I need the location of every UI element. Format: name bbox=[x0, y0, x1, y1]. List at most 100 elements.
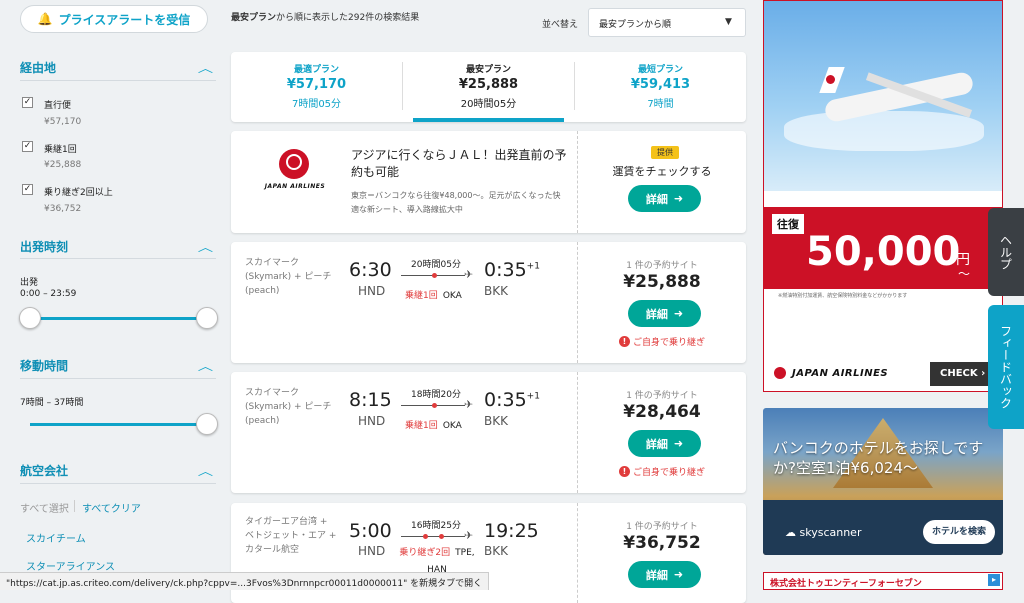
stop-dot bbox=[432, 403, 437, 408]
hotel-headline: バンコクのホテルをお探しですか?空室1泊¥6,024〜 bbox=[773, 439, 984, 477]
duration-slider-handle[interactable] bbox=[196, 413, 218, 435]
duration-slider-track[interactable] bbox=[30, 423, 208, 426]
alliance-link[interactable]: スターアライアンス bbox=[26, 558, 115, 573]
result-card[interactable]: スカイマーク(Skymark) + ピーチ(peach) 8:15 HND 18… bbox=[231, 372, 746, 493]
divider bbox=[74, 500, 75, 512]
stop-info: 乗継1回 OKA bbox=[405, 413, 462, 432]
departure-slider-track[interactable] bbox=[30, 317, 208, 320]
ad-body: 東京＝バンコクなら往復¥48,000〜。足元が広くなった快適な新シート、導入路線… bbox=[351, 191, 561, 214]
arrival-code: BKK bbox=[484, 414, 508, 428]
price: ¥36,752 bbox=[623, 533, 701, 553]
tilde-label: 〜 bbox=[958, 267, 971, 281]
hotel-banner-ad[interactable]: バンコクのホテルをお探しですか?空室1泊¥6,024〜 ☁ skyscanner… bbox=[763, 408, 1003, 555]
plane-icon: ✈ bbox=[464, 268, 474, 281]
booking-sites: 1 件の予約サイト bbox=[626, 522, 698, 532]
stop-info: 乗継1回 OKA bbox=[405, 283, 462, 302]
tab-label: 最短プラン bbox=[637, 65, 683, 75]
flight-duration: 20時間05分 bbox=[411, 260, 461, 270]
price-alert-button[interactable]: 🔔 プライスアラートを受信 bbox=[20, 5, 208, 33]
flight-duration: 16時間25分 bbox=[411, 521, 461, 531]
checkbox-one-stop[interactable]: ✓ bbox=[22, 141, 33, 152]
price-panel: 往復 50,000 円 〜 bbox=[764, 207, 1002, 289]
stop-city: OKA bbox=[442, 291, 462, 301]
feedback-tab-label: フィードバック bbox=[998, 325, 1013, 409]
tab-cheapest[interactable]: 最安プラン ¥25,888 20時間05分 bbox=[403, 52, 574, 122]
departure-slider-max-handle[interactable] bbox=[196, 307, 218, 329]
tab-price: ¥59,413 bbox=[630, 77, 691, 92]
next-day-marker: +1 bbox=[526, 261, 540, 272]
divider bbox=[20, 483, 216, 484]
bottom-ad[interactable]: 株式会社トゥエンティーフォーセブン bbox=[763, 572, 1003, 590]
plane-icon: ✈ bbox=[464, 529, 474, 542]
tab-best[interactable]: 最適プラン ¥57,170 7時間05分 bbox=[231, 52, 402, 122]
next-day-marker: +1 bbox=[526, 391, 540, 402]
results-summary: 最安プランから順に表示した292件の検索結果 bbox=[231, 10, 419, 23]
alliance-link[interactable]: スカイチーム bbox=[26, 530, 86, 545]
checkbox-two-stops[interactable]: ✓ bbox=[22, 184, 33, 195]
chevron-up-icon[interactable]: ︿ bbox=[198, 239, 213, 255]
tab-time: 7時間 bbox=[647, 99, 674, 110]
arrival-code: BKK bbox=[484, 284, 508, 298]
chevron-up-icon[interactable]: ︿ bbox=[198, 60, 213, 76]
checkbox-direct[interactable]: ✓ bbox=[22, 97, 33, 108]
dropdown-triangle-icon: ▼ bbox=[725, 17, 732, 27]
details-button[interactable]: 詳細 ➜ bbox=[628, 300, 701, 327]
help-tab-label: ヘルプ bbox=[998, 234, 1013, 270]
warning-icon: ! bbox=[619, 336, 630, 347]
skyscanner-brand: ☁ skyscanner bbox=[785, 526, 861, 539]
tab-time: 7時間05分 bbox=[291, 99, 342, 110]
banner-price: 50,000 bbox=[806, 229, 961, 275]
divider bbox=[20, 378, 216, 379]
clear-all-link[interactable]: すべてクリア bbox=[82, 500, 141, 515]
departure-code: HND bbox=[358, 544, 386, 558]
result-card[interactable]: スカイマーク(Skymark) + ピーチ(peach) 6:30 HND 20… bbox=[231, 242, 746, 363]
jal-brand: JAPAN AIRLINES bbox=[792, 368, 889, 379]
price-alert-label: プライスアラートを受信 bbox=[58, 12, 191, 27]
price: ¥25,888 bbox=[623, 272, 701, 292]
stops-option-price: ¥25,888 bbox=[44, 160, 82, 170]
duration-title: 移動時間 bbox=[20, 359, 69, 373]
tab-shortest[interactable]: 最短プラン ¥59,413 7時間 bbox=[575, 52, 746, 122]
round-trip-label: 往復 bbox=[772, 214, 804, 234]
chevron-up-icon[interactable]: ︿ bbox=[198, 463, 213, 479]
help-tab[interactable]: ヘルプ bbox=[988, 208, 1024, 296]
airline-name: スカイマーク(Skymark) + ピーチ(peach) bbox=[245, 258, 332, 296]
check-label: CHECK bbox=[940, 368, 978, 379]
details-button[interactable]: 詳細 ➜ bbox=[628, 561, 701, 588]
departure-code: HND bbox=[358, 414, 386, 428]
divider bbox=[20, 80, 216, 81]
airlines-title: 航空会社 bbox=[20, 464, 69, 478]
select-all-link[interactable]: すべて選択 bbox=[20, 500, 69, 515]
stop-label: 乗継1回 bbox=[405, 291, 438, 301]
arrival-time: 19:25 bbox=[484, 520, 539, 542]
stops-option-label: 乗り継ぎ2回以上 bbox=[44, 188, 113, 198]
stop-dot bbox=[423, 534, 428, 539]
feedback-tab[interactable]: フィードバック bbox=[988, 305, 1024, 429]
jal-banner-ad[interactable]: 往復 50,000 円 〜 ※燃油特別付加運賃、航空保険特別料金などがかかります… bbox=[763, 0, 1003, 392]
ad-choices-icon[interactable]: ▸ bbox=[988, 574, 1000, 586]
details-button[interactable]: 詳細 ➜ bbox=[628, 185, 701, 212]
ad-cta-text: 運賃をチェックする bbox=[612, 165, 712, 178]
summary-bold: 最安プラン bbox=[231, 13, 277, 23]
details-button[interactable]: 詳細 ➜ bbox=[628, 430, 701, 457]
sort-label: 並べ替え bbox=[542, 20, 579, 30]
button-label: 詳細 bbox=[645, 437, 668, 451]
sort-select[interactable]: 最安プランから順 ▼ bbox=[588, 8, 746, 37]
departure-label: 出発 bbox=[20, 278, 39, 288]
tab-price: ¥57,170 bbox=[286, 77, 347, 92]
arrival-time-value: 0:35 bbox=[484, 259, 527, 281]
arrow-right-icon: ➜ bbox=[673, 307, 684, 320]
departure-time: 5:00 bbox=[349, 520, 392, 542]
button-label: 詳細 bbox=[645, 568, 668, 582]
departure-slider-min-handle[interactable] bbox=[19, 307, 41, 329]
sort-value: 最安プランから順 bbox=[599, 20, 672, 30]
sponsored-card[interactable]: JAPAN AIRLINES アジアに行くならＪＡＬ！出発直前の予約も可能 東京… bbox=[231, 131, 746, 233]
stops-option-label: 乗継1回 bbox=[44, 145, 77, 155]
stops-title: 経由地 bbox=[20, 61, 57, 75]
booking-sites: 1 件の予約サイト bbox=[626, 391, 698, 401]
airline-name: タイガーエア台湾 + ベトジェット・エア + カタール航空 bbox=[245, 517, 337, 555]
stop-dot bbox=[439, 534, 444, 539]
airline-name: スカイマーク(Skymark) + ピーチ(peach) bbox=[245, 388, 332, 426]
search-hotel-button[interactable]: ホテルを検索 bbox=[923, 520, 995, 544]
chevron-up-icon[interactable]: ︿ bbox=[198, 358, 213, 374]
